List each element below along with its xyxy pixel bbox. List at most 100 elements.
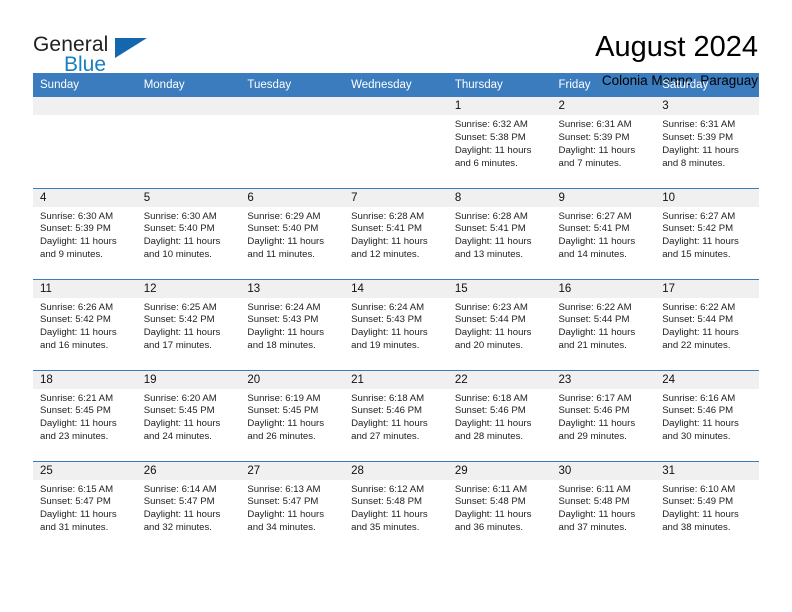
day-number: 8 (447, 188, 552, 207)
sunrise-text: Sunrise: 6:18 AM (454, 392, 528, 404)
day-cell[interactable]: 24 Sunrise: 6:16 AM Sunset: 5:46 PM Dayl… (655, 369, 759, 461)
daylight-text-line1: Daylight: 11 hours (351, 327, 428, 339)
day-cell[interactable]: 2 Sunrise: 6:31 AM Sunset: 5:39 PM Dayli… (551, 97, 656, 188)
sunrise-text: Sunrise: 6:28 AM (351, 210, 425, 222)
day-details: Sunrise: 6:10 AM Sunset: 5:49 PM Dayligh… (655, 480, 759, 536)
day-cell[interactable]: 21 Sunrise: 6:18 AM Sunset: 5:46 PM Dayl… (344, 369, 448, 461)
day-details: Sunrise: 6:22 AM Sunset: 5:44 PM Dayligh… (552, 298, 656, 354)
day-details: Sunrise: 6:27 AM Sunset: 5:42 PM Dayligh… (655, 207, 759, 263)
logo-triangle-icon (115, 38, 147, 58)
daylight-text-line2: and 11 minutes. (247, 249, 315, 261)
sunrise-text: Sunrise: 6:17 AM (558, 392, 632, 404)
weekday-header-wednesday: Wednesday (344, 73, 448, 97)
sunrise-text: Sunrise: 6:27 AM (662, 210, 736, 222)
day-cell[interactable]: 28 Sunrise: 6:12 AM Sunset: 5:48 PM Dayl… (344, 460, 448, 552)
weekday-header-sunday: Sunday (33, 73, 137, 97)
sunset-text: Sunset: 5:39 PM (40, 223, 111, 235)
day-cell[interactable]: 20 Sunrise: 6:19 AM Sunset: 5:45 PM Dayl… (240, 369, 345, 461)
day-cell[interactable] (240, 97, 345, 188)
day-cell[interactable]: 15 Sunrise: 6:23 AM Sunset: 5:44 PM Dayl… (447, 278, 552, 370)
day-cell[interactable] (33, 97, 137, 188)
day-cell[interactable] (344, 97, 448, 188)
weekday-header-thursday: Thursday (447, 73, 552, 97)
day-details: Sunrise: 6:11 AM Sunset: 5:48 PM Dayligh… (552, 480, 656, 536)
sunrise-text: Sunrise: 6:30 AM (143, 210, 217, 222)
day-cell[interactable]: 3 Sunrise: 6:31 AM Sunset: 5:39 PM Dayli… (655, 97, 759, 188)
daylight-text-line2: and 30 minutes. (662, 431, 731, 443)
calendar-grid: Sunday Monday Tuesday Wednesday Thursday… (33, 73, 759, 552)
day-cell[interactable]: 17 Sunrise: 6:22 AM Sunset: 5:44 PM Dayl… (655, 278, 759, 370)
sunset-text: Sunset: 5:42 PM (40, 314, 111, 326)
daylight-text-line2: and 7 minutes. (558, 157, 622, 169)
sunrise-text: Sunrise: 6:11 AM (454, 483, 528, 495)
sunrise-text: Sunrise: 6:27 AM (558, 210, 632, 222)
day-number: 1 (447, 97, 552, 115)
daylight-text-line1: Daylight: 11 hours (558, 236, 636, 248)
day-number: 22 (447, 370, 552, 389)
daylight-text-line1: Daylight: 11 hours (351, 236, 428, 248)
day-cell[interactable]: 9 Sunrise: 6:27 AM Sunset: 5:41 PM Dayli… (551, 187, 656, 279)
day-cell[interactable]: 7 Sunrise: 6:28 AM Sunset: 5:41 PM Dayli… (344, 187, 448, 279)
daylight-text-line2: and 32 minutes. (143, 522, 212, 534)
day-cell[interactable]: 12 Sunrise: 6:25 AM Sunset: 5:42 PM Dayl… (136, 278, 241, 370)
sunset-text: Sunset: 5:48 PM (351, 496, 423, 508)
day-number (136, 97, 241, 115)
day-details: Sunrise: 6:30 AM Sunset: 5:39 PM Dayligh… (33, 207, 137, 263)
sunrise-text: Sunrise: 6:30 AM (40, 210, 114, 222)
day-cell[interactable] (136, 97, 241, 188)
sunset-text: Sunset: 5:42 PM (143, 314, 215, 326)
sunset-text: Sunset: 5:49 PM (662, 496, 734, 508)
day-cell[interactable]: 26 Sunrise: 6:14 AM Sunset: 5:47 PM Dayl… (136, 460, 241, 552)
day-cell[interactable]: 4 Sunrise: 6:30 AM Sunset: 5:39 PM Dayli… (33, 187, 137, 279)
day-cell[interactable]: 30 Sunrise: 6:11 AM Sunset: 5:48 PM Dayl… (551, 460, 656, 552)
sunset-text: Sunset: 5:41 PM (454, 223, 526, 235)
daylight-text-line1: Daylight: 11 hours (454, 144, 532, 156)
day-number: 5 (136, 188, 241, 207)
general-blue-logo[interactable]: General Blue (33, 30, 213, 75)
weekday-header-monday: Monday (136, 73, 241, 97)
daylight-text-line1: Daylight: 11 hours (143, 418, 221, 430)
day-details: Sunrise: 6:28 AM Sunset: 5:41 PM Dayligh… (448, 207, 552, 263)
sunrise-text: Sunrise: 6:31 AM (558, 119, 632, 130)
day-cell[interactable]: 14 Sunrise: 6:24 AM Sunset: 5:43 PM Dayl… (344, 278, 448, 370)
sunrise-text: Sunrise: 6:13 AM (247, 483, 321, 495)
day-number: 3 (655, 97, 759, 115)
day-number: 16 (551, 279, 656, 298)
day-details: Sunrise: 6:17 AM Sunset: 5:46 PM Dayligh… (552, 389, 656, 445)
daylight-text-line2: and 38 minutes. (662, 522, 731, 534)
day-cell[interactable]: 8 Sunrise: 6:28 AM Sunset: 5:41 PM Dayli… (447, 187, 552, 279)
day-cell[interactable]: 5 Sunrise: 6:30 AM Sunset: 5:40 PM Dayli… (136, 187, 241, 279)
daylight-text-line1: Daylight: 11 hours (558, 327, 636, 339)
day-cell[interactable]: 25 Sunrise: 6:15 AM Sunset: 5:47 PM Dayl… (33, 460, 137, 552)
day-cell[interactable]: 6 Sunrise: 6:29 AM Sunset: 5:40 PM Dayli… (240, 187, 345, 279)
day-cell[interactable]: 11 Sunrise: 6:26 AM Sunset: 5:42 PM Dayl… (33, 278, 137, 370)
day-cell[interactable]: 16 Sunrise: 6:22 AM Sunset: 5:44 PM Dayl… (551, 278, 656, 370)
day-cell[interactable]: 18 Sunrise: 6:21 AM Sunset: 5:45 PM Dayl… (33, 369, 137, 461)
sunrise-text: Sunrise: 6:32 AM (454, 119, 528, 130)
day-cell[interactable]: 1 Sunrise: 6:32 AM Sunset: 5:38 PM Dayli… (447, 97, 552, 188)
daylight-text-line2: and 24 minutes. (143, 431, 212, 443)
day-cell[interactable]: 31 Sunrise: 6:10 AM Sunset: 5:49 PM Dayl… (655, 460, 759, 552)
sunset-text: Sunset: 5:39 PM (662, 131, 734, 143)
day-cell[interactable]: 10 Sunrise: 6:27 AM Sunset: 5:42 PM Dayl… (655, 187, 759, 279)
daylight-text-line2: and 9 minutes. (40, 249, 103, 261)
daylight-text-line1: Daylight: 11 hours (558, 509, 636, 521)
daylight-text-line1: Daylight: 11 hours (454, 236, 532, 248)
day-number: 13 (240, 279, 345, 298)
day-number: 14 (344, 279, 448, 298)
day-cell[interactable]: 29 Sunrise: 6:11 AM Sunset: 5:48 PM Dayl… (447, 460, 552, 552)
day-cell[interactable]: 13 Sunrise: 6:24 AM Sunset: 5:43 PM Dayl… (240, 278, 345, 370)
day-number: 23 (551, 370, 656, 389)
day-cell[interactable]: 19 Sunrise: 6:20 AM Sunset: 5:45 PM Dayl… (136, 369, 241, 461)
daylight-text-line2: and 10 minutes. (143, 249, 212, 261)
day-cell[interactable]: 22 Sunrise: 6:18 AM Sunset: 5:46 PM Dayl… (447, 369, 552, 461)
daylight-text-line2: and 12 minutes. (351, 249, 420, 261)
daylight-text-line1: Daylight: 11 hours (662, 144, 739, 156)
daylight-text-line1: Daylight: 11 hours (247, 236, 325, 248)
sunset-text: Sunset: 5:47 PM (40, 496, 111, 508)
day-cell[interactable]: 23 Sunrise: 6:17 AM Sunset: 5:46 PM Dayl… (551, 369, 656, 461)
day-details: Sunrise: 6:14 AM Sunset: 5:47 PM Dayligh… (137, 480, 241, 536)
day-cell[interactable]: 27 Sunrise: 6:13 AM Sunset: 5:47 PM Dayl… (240, 460, 345, 552)
day-details: Sunrise: 6:11 AM Sunset: 5:48 PM Dayligh… (448, 480, 552, 536)
day-number: 18 (33, 370, 137, 389)
